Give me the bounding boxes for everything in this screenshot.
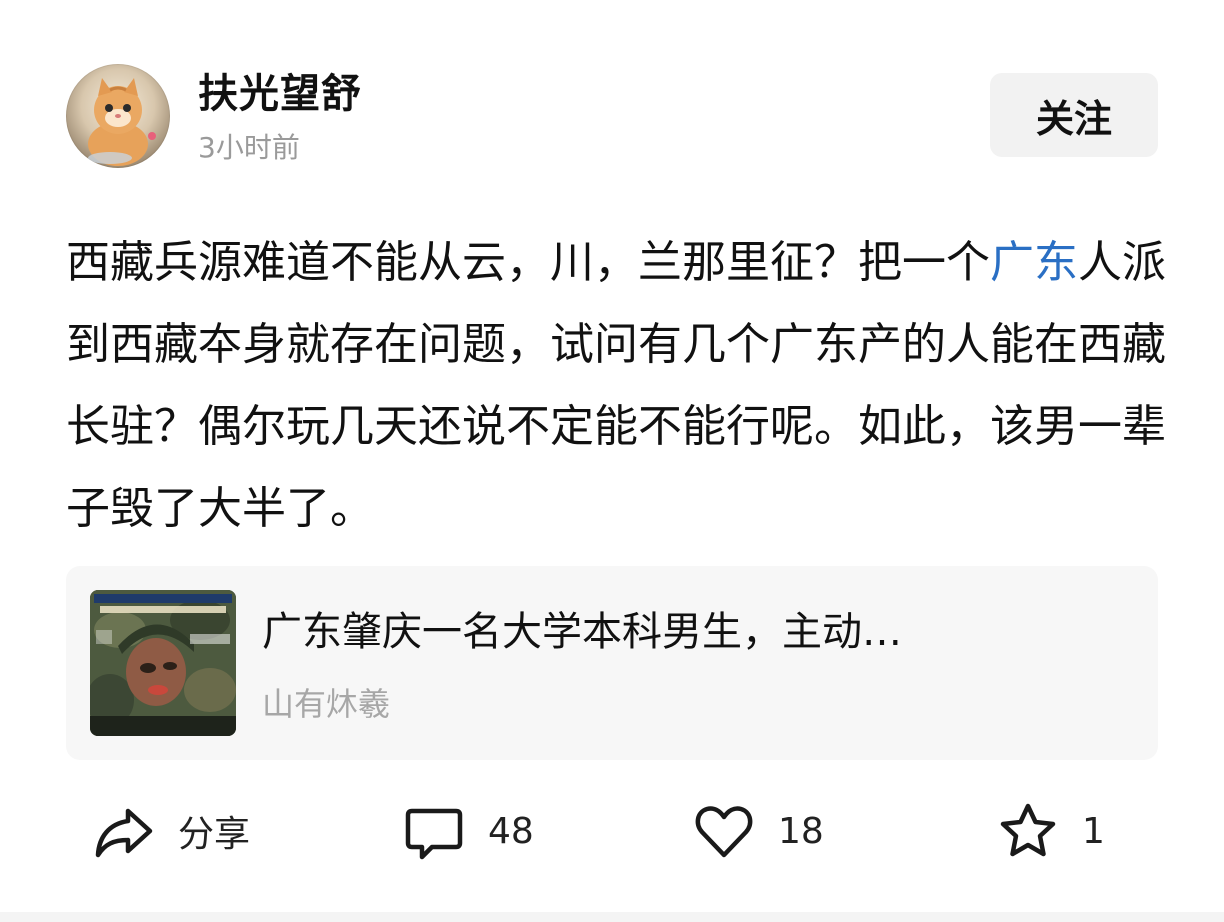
post-text-before-link: 西藏兵源难道不能从云，川，兰那里征？把一个 (66, 237, 990, 288)
heart-icon (692, 799, 756, 863)
post-time: 3小时前 (198, 131, 300, 164)
news-thumbnail-image (90, 590, 236, 736)
share-label: 分享 (178, 814, 251, 855)
author-name[interactable]: 扶光望舒 (198, 66, 362, 122)
action-bar: 分享 48 18 1 (0, 786, 1224, 876)
favorite-button[interactable]: 1 (996, 786, 1105, 876)
cat-avatar-icon (88, 78, 156, 166)
post-text: 西藏兵源难道不能从云，川，兰那里征？把一个广东人派到西藏夲身就存在问题，试问有几… (66, 222, 1166, 550)
linked-article-title: 广东肇庆一名大学本科男生，主动… (262, 609, 902, 655)
comment-icon (402, 799, 466, 863)
follow-button[interactable]: 关注 (990, 73, 1158, 157)
comment-button[interactable]: 48 (402, 786, 534, 876)
like-button[interactable]: 18 (692, 786, 824, 876)
share-button[interactable]: 分享 (92, 786, 250, 876)
author-avatar[interactable] (66, 64, 170, 168)
favorite-count: 1 (1082, 810, 1105, 852)
post-topic-link[interactable]: 广东 (990, 237, 1078, 288)
star-icon (996, 799, 1060, 863)
linked-article-source: 山有炑羲 (262, 685, 391, 723)
bottom-divider (0, 912, 1224, 922)
like-count: 18 (778, 810, 824, 852)
comment-count: 48 (488, 810, 534, 852)
linked-article-card[interactable]: 广东肇庆一名大学本科男生，主动… 山有炑羲 (66, 566, 1158, 760)
share-icon (92, 799, 156, 863)
